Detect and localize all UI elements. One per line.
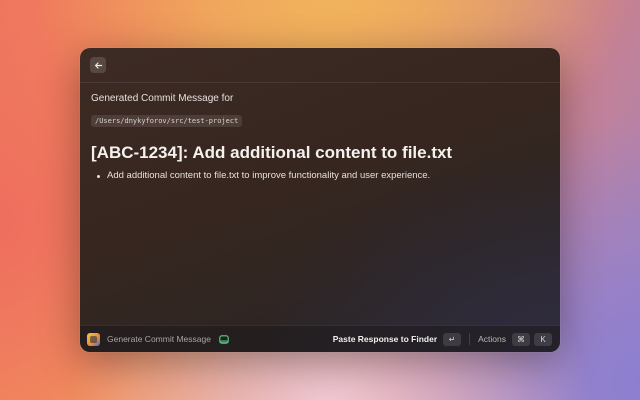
- actions-button[interactable]: Actions: [478, 334, 506, 344]
- divider: [469, 333, 471, 345]
- repo-path-badge: /Users/dnykyforov/src/test-project: [91, 115, 243, 127]
- command-key-badge: ⌘: [512, 332, 530, 346]
- ai-chat-icon: [219, 334, 229, 344]
- commit-message-panel: Generated Commit Message for /Users/dnyk…: [91, 93, 546, 182]
- action-bar: Generate Commit Message Paste Response t…: [80, 325, 560, 352]
- back-button[interactable]: [90, 57, 106, 73]
- return-key-badge: ↵: [443, 332, 462, 346]
- extension-app-icon: [87, 332, 100, 346]
- paste-response-button[interactable]: Paste Response to Finder: [333, 334, 437, 344]
- k-key-badge: K: [534, 332, 552, 346]
- subtitle: Generated Commit Message for: [91, 93, 234, 104]
- list-item-text: Add additional content to file.txt to im…: [107, 170, 431, 181]
- list-item: Add additional content to file.txt to im…: [91, 170, 546, 182]
- command-name: Generate Commit Message: [107, 334, 211, 344]
- arrow-left-icon: [94, 61, 102, 69]
- desktop-background: Generated Commit Message for /Users/dnyk…: [0, 0, 640, 400]
- top-bar: [80, 48, 560, 83]
- bullet-dot: [97, 175, 100, 178]
- commit-title: [ABC-1234]: Add additional content to fi…: [91, 143, 453, 162]
- launcher-window: Generated Commit Message for /Users/dnyk…: [80, 48, 560, 352]
- commit-body-list: Add additional content to file.txt to im…: [91, 170, 546, 182]
